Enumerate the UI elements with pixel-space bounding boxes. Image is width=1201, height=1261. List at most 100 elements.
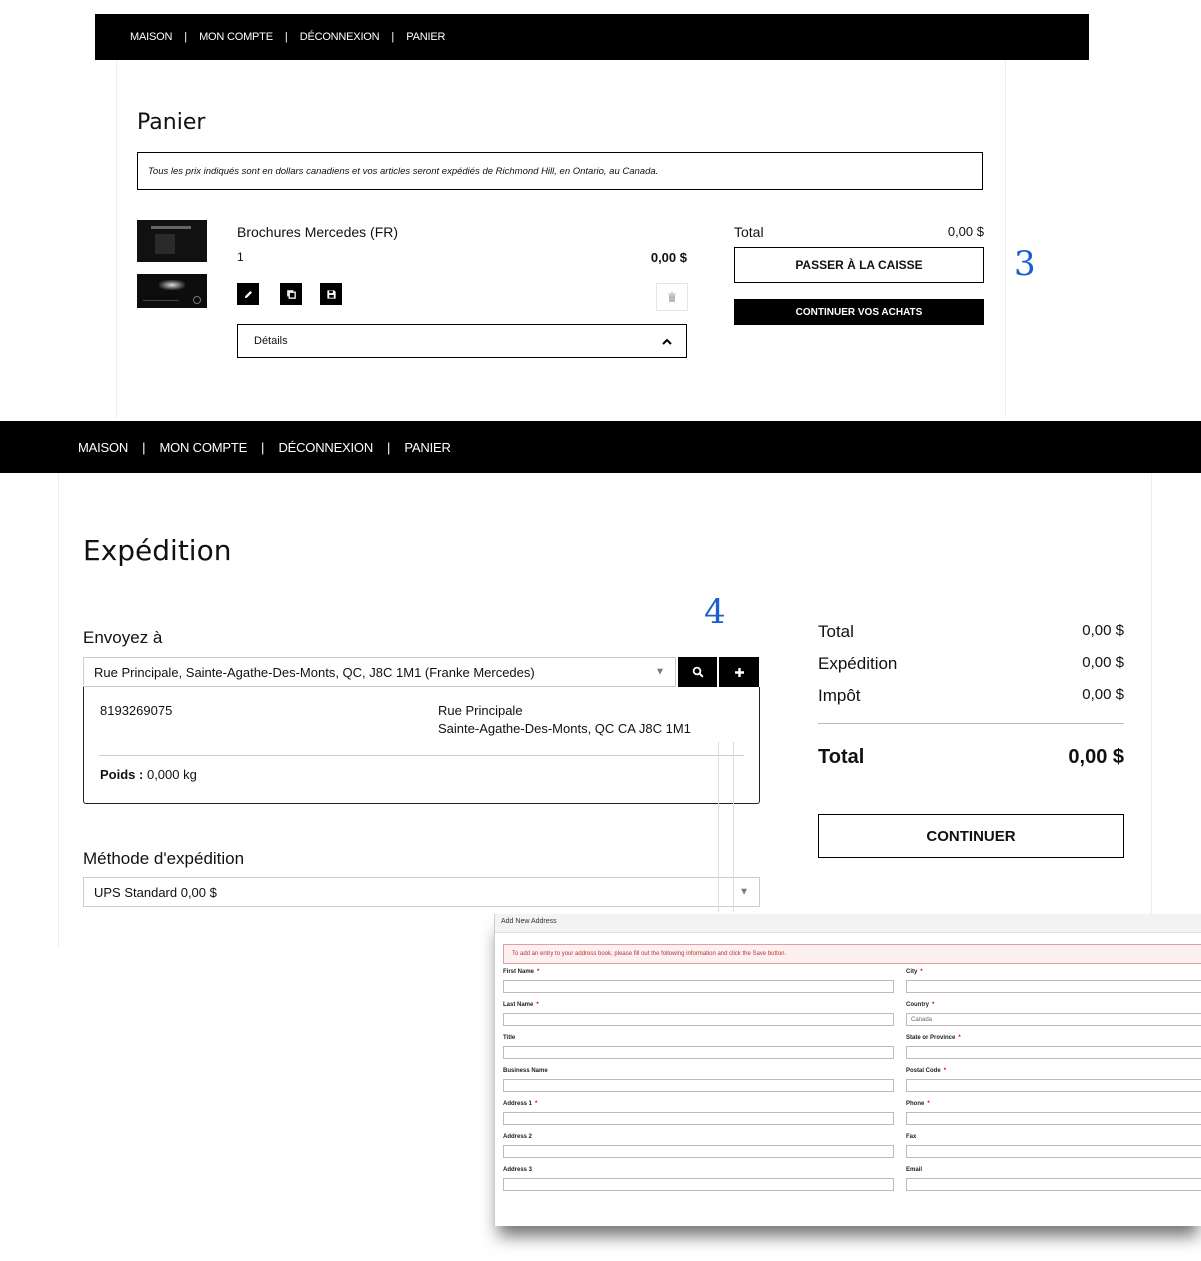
search-icon [692, 666, 704, 678]
form-field-label-text: City [906, 969, 918, 975]
top-nav-bar: MAISON | MON COMPTE | DÉCONNEXION | PANI… [95, 14, 1089, 60]
modal-title: Add New Address [501, 918, 557, 925]
form-field: Address 1 * [503, 1101, 894, 1125]
shipping-method-value: UPS Standard 0,00 $ [94, 884, 217, 900]
summary-shipping-label: Expédition [818, 654, 898, 673]
nav-link-cart[interactable]: PANIER [404, 440, 450, 455]
nav-separator: | [261, 439, 265, 455]
form-field-input[interactable] [906, 980, 1201, 993]
form-field-input[interactable] [906, 1112, 1201, 1125]
form-field-input[interactable] [906, 1079, 1201, 1092]
add-address-button[interactable] [719, 657, 759, 687]
floppy-disk-icon [326, 289, 336, 299]
dropdown-caret-icon: ▼ [739, 886, 749, 898]
shipping-nav-bar: MAISON | MON COMPTE | DÉCONNEXION | PANI… [0, 421, 1201, 473]
currency-notice-text: Tous les prix indiqués sont en dollars c… [148, 165, 659, 177]
summary-divider [818, 723, 1124, 724]
product-image-back[interactable] [137, 274, 207, 308]
details-toggle[interactable]: Détails [237, 324, 687, 358]
form-field-input[interactable] [906, 1145, 1201, 1158]
continue-button[interactable]: CONTINUER [818, 814, 1124, 858]
trash-icon [668, 292, 676, 302]
add-address-modal: Add New Address To add an entry to your … [494, 914, 1201, 1226]
form-field-input[interactable] [503, 1013, 894, 1026]
nav-separator: | [184, 31, 188, 43]
form-field: Postal Code * [906, 1068, 1201, 1092]
required-marker: * [920, 969, 923, 975]
form-field: First Name * [503, 969, 894, 993]
cart-total-value: 0,00 $ [947, 224, 984, 239]
nav-link-cart[interactable]: PANIER [406, 31, 445, 43]
modal-header: Add New Address [495, 914, 1201, 933]
checkout-label: PASSER À LA CAISSE [795, 258, 923, 272]
weight-value: 0,000 kg [146, 767, 197, 782]
form-field-input[interactable] [503, 1046, 894, 1059]
form-field: Business Name [503, 1068, 894, 1092]
address-select[interactable]: Rue Principale, Sainte-Agathe-Des-Monts,… [83, 657, 676, 687]
form-field-label: Fax [906, 1134, 1201, 1140]
currency-notice: Tous les prix indiqués sont en dollars c… [137, 152, 983, 190]
required-marker: * [927, 1101, 930, 1107]
summary-shipping-value: 0,00 $ [1082, 654, 1124, 671]
continue-shopping-button[interactable]: CONTINUER VOS ACHATS [734, 299, 984, 325]
form-field-label-text: Phone [906, 1101, 925, 1107]
checkout-button[interactable]: PASSER À LA CAISSE [734, 247, 984, 283]
step-number-3: 3 [1014, 244, 1036, 284]
search-address-button[interactable] [678, 657, 717, 687]
form-field-label-text: Email [906, 1167, 923, 1173]
form-field: Last Name * [503, 1002, 894, 1026]
required-marker: * [537, 969, 540, 975]
pencil-icon [244, 290, 252, 298]
required-marker: * [958, 1035, 961, 1041]
form-field-input[interactable] [503, 1112, 894, 1125]
form-field-input[interactable] [906, 1178, 1201, 1191]
edit-button[interactable] [237, 283, 259, 305]
form-field-label: Address 1 * [503, 1101, 894, 1107]
product-image-cover[interactable] [137, 220, 207, 262]
nav-link-account[interactable]: MON COMPTE [159, 440, 247, 455]
page-title: Panier [137, 110, 206, 135]
form-field-label-text: Business Name [503, 1068, 548, 1074]
shipping-method-select[interactable]: UPS Standard 0,00 $ ▼ [83, 877, 760, 907]
form-field-label: City * [906, 969, 1201, 975]
nav-link-home[interactable]: MAISON [130, 31, 172, 43]
product-price: 0,00 $ [650, 250, 687, 265]
required-marker: * [536, 1002, 539, 1008]
address-card: 8193269075 Rue Principale Sainte-Agathe-… [83, 687, 760, 804]
form-field: State or Province * [906, 1035, 1201, 1059]
form-field: Phone * [906, 1101, 1201, 1125]
address-phone: 8193269075 [100, 703, 173, 718]
nav-link-account[interactable]: MON COMPTE [199, 31, 273, 43]
delete-button[interactable] [656, 283, 688, 311]
shipping-method-label: Méthode d'expédition [83, 849, 245, 868]
form-field-input[interactable] [503, 1145, 894, 1158]
required-marker: * [535, 1101, 538, 1107]
form-field-input[interactable]: Canada [906, 1013, 1201, 1026]
form-field-label: Address 3 [503, 1167, 894, 1173]
summary-total-label: Total [818, 622, 854, 641]
form-field: Email [906, 1167, 1201, 1191]
product-name[interactable]: Brochures Mercedes (FR) [237, 224, 398, 240]
address-city: Sainte-Agathe-Des-Monts, QC CA J8C 1M1 [438, 721, 691, 736]
nav-link-logout[interactable]: DÉCONNEXION [278, 440, 373, 455]
form-field-input[interactable] [503, 980, 894, 993]
save-for-later-button[interactable] [320, 283, 342, 305]
form-field-input[interactable] [503, 1079, 894, 1092]
form-field-label: Address 2 [503, 1134, 894, 1140]
form-field-label: State or Province * [906, 1035, 1201, 1041]
form-field-input[interactable] [906, 1046, 1201, 1059]
duplicate-button[interactable] [280, 283, 302, 305]
address-select-value: Rue Principale, Sainte-Agathe-Des-Monts,… [94, 664, 535, 680]
form-field-label-text: Address 2 [503, 1134, 533, 1140]
nav-link-logout[interactable]: DÉCONNEXION [300, 31, 380, 43]
form-field-label-text: First Name [503, 969, 535, 975]
nav-separator: | [387, 439, 391, 455]
form-field-label-text: Country [906, 1002, 929, 1008]
summary-tax-value: 0,00 $ [1082, 686, 1124, 703]
form-field-input[interactable] [503, 1178, 894, 1191]
form-field-label-text: Title [503, 1035, 516, 1041]
required-marker: * [943, 1068, 947, 1074]
nav-link-home[interactable]: MAISON [78, 440, 128, 455]
form-field: Fax [906, 1134, 1201, 1158]
summary-grand-total-label: Total [818, 746, 865, 768]
